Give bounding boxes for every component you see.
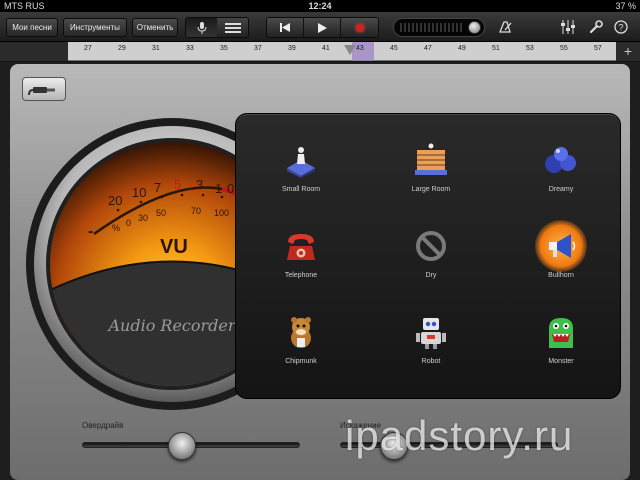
overdrive-label: Овердрайв (82, 421, 124, 430)
robot-icon (413, 314, 449, 350)
ruler-tick: 41 (322, 45, 330, 52)
effect-monster[interactable]: Monster (516, 308, 606, 388)
db-label-7: 7 (154, 180, 161, 195)
ruler-tick: 35 (220, 45, 228, 52)
ruler-tick: 39 (288, 45, 296, 52)
pct-symbol: % (112, 223, 120, 233)
svg-text:?: ? (618, 23, 623, 33)
telephone-icon (283, 228, 319, 264)
level-knob[interactable] (468, 21, 481, 34)
effect-label: Bullhorn (548, 272, 574, 279)
effect-robot[interactable]: Robot (386, 308, 476, 388)
ruler-tick: 49 (458, 45, 466, 52)
input-jack-icon (28, 87, 55, 96)
effect-label: Monster (548, 358, 574, 365)
watermark-text: ipadstory.ru (345, 412, 574, 459)
rewind-icon[interactable] (267, 18, 304, 37)
ruler-tick: 31 (152, 45, 160, 52)
db-label-10: 10 (132, 185, 146, 200)
wrench-icon[interactable] (589, 20, 603, 36)
meter-minus: - (88, 223, 93, 240)
effect-label: Dry (425, 272, 437, 279)
effect-label: Dreamy (548, 186, 574, 193)
db-label-0: 0 (227, 181, 234, 196)
db-label-5: 5 (174, 177, 181, 192)
db-label-20: 20 (108, 193, 122, 208)
ruler-tick: 37 (254, 45, 262, 52)
audio-recorder-brand: Audio Recorder (106, 316, 236, 335)
db-label-3: 3 (196, 177, 203, 192)
status-bar: MTS RUS 12:24 37 % (0, 0, 640, 12)
metronome-icon[interactable] (498, 20, 514, 36)
mixer-icon[interactable] (560, 20, 576, 36)
my-songs-button[interactable]: Мои песни (6, 18, 58, 37)
ruler-tick: 33 (186, 45, 194, 52)
overdrive-slider-knob[interactable] (168, 432, 196, 460)
view-toggle (185, 17, 249, 38)
effect-label: Large Room (411, 186, 451, 193)
ruler-tick: 55 (560, 45, 568, 52)
playhead-marker[interactable] (344, 45, 356, 55)
effect-telephone[interactable]: Telephone (256, 222, 346, 302)
ruler-tick: 47 (424, 45, 432, 52)
pct-label-100: 100 (214, 208, 229, 218)
ruler-tick: 51 (492, 45, 500, 52)
effect-label: Telephone (284, 272, 318, 279)
input-settings-button[interactable] (22, 77, 66, 101)
transport-controls (266, 17, 379, 38)
input-level-meter[interactable] (393, 18, 485, 37)
effect-small-room[interactable]: Small Room (256, 136, 346, 216)
effect-label: Chipmunk (285, 358, 317, 365)
timeline-ruler[interactable]: 27 29 31 33 35 37 39 41 43 45 47 49 51 53 55 57 + (0, 42, 640, 61)
effect-chipmunk[interactable]: Chipmunk (256, 308, 346, 388)
effect-large-room[interactable]: Large Room (386, 136, 476, 216)
effect-dreamy[interactable]: Dreamy (516, 136, 606, 216)
dry-icon (413, 228, 449, 264)
play-icon[interactable] (304, 18, 341, 37)
instruments-button[interactable]: Инструменты (63, 18, 127, 37)
pct-label-70: 70 (191, 206, 201, 216)
small-room-icon (283, 142, 319, 178)
pct-label-30: 30 (138, 213, 148, 223)
dreamy-icon (543, 142, 579, 178)
pct-label-50: 50 (156, 208, 166, 218)
ruler-tick: 29 (118, 45, 126, 52)
effect-bullhorn[interactable]: Bullhorn (516, 220, 606, 302)
ruler-tick: 57 (594, 45, 602, 52)
pct-label-0: 0 (126, 218, 131, 228)
clock: 12:24 (308, 1, 332, 11)
tracks-icon[interactable] (217, 18, 248, 37)
battery-label: 37 % (615, 1, 636, 11)
db-label-1: 1 (215, 181, 222, 196)
ruler-tick: 53 (526, 45, 534, 52)
undo-button[interactable]: Отменить (132, 18, 178, 37)
record-icon[interactable] (341, 18, 378, 37)
ruler-tick: 45 (390, 45, 398, 52)
toolbar: Мои песни Инструменты Отменить ? (0, 12, 640, 42)
audio-recorder-stage: 20 10 7 5 3 1 0 3 5 % 0 30 50 70 100 - +… (0, 62, 640, 480)
vu-label: VU (160, 236, 188, 258)
effect-label: Small Room (281, 186, 321, 193)
help-icon[interactable]: ? (614, 20, 628, 36)
ruler-tick: 43 (356, 45, 364, 52)
ruler-tick: 27 (84, 45, 92, 52)
voice-effects-panel: Small Room Large Room Dreamy Telephone D… (235, 113, 621, 399)
microphone-icon[interactable] (186, 18, 217, 37)
add-section-button[interactable]: + (616, 42, 640, 61)
monster-icon (543, 314, 579, 350)
effect-dry[interactable]: Dry (386, 222, 476, 302)
chipmunk-icon (283, 314, 319, 350)
effect-label: Robot (421, 358, 441, 365)
large-room-icon (413, 142, 449, 178)
bullhorn-icon (535, 220, 587, 272)
